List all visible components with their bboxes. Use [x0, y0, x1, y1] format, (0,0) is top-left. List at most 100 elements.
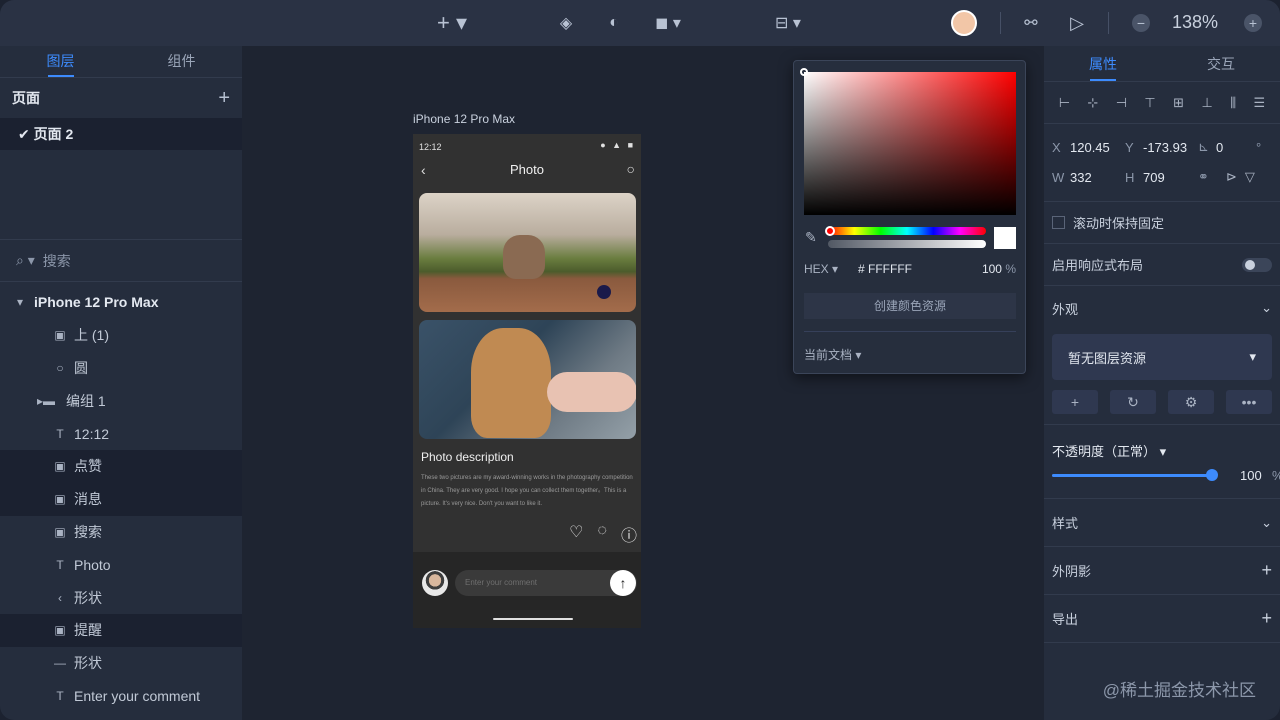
more-icon[interactable]: •••: [1226, 390, 1272, 414]
opacity-slider-handle[interactable]: [1206, 469, 1218, 481]
alert-icon[interactable]: ⓘ: [621, 522, 637, 546]
layer-item[interactable]: ▣ 消息: [0, 482, 242, 516]
create-color-button[interactable]: 创建颜色资源: [804, 293, 1016, 319]
saturation-value-area[interactable]: [800, 68, 1016, 215]
layer-item[interactable]: — 形状: [0, 647, 242, 680]
mask-icon[interactable]: ◐: [602, 8, 626, 38]
align-middle-icon[interactable]: ⊞: [1173, 95, 1184, 111]
search-icon[interactable]: ○: [627, 161, 635, 177]
tab-components[interactable]: 组件: [121, 46, 242, 77]
layer-label: Enter your comment: [74, 687, 201, 704]
hue-slider[interactable]: [825, 226, 986, 236]
right-panel: 属性 交互 ⊢ ⊹ ⊣ ⊤ ⊞ ⊥ ⫼ ☰ X 120.45 Y -173.93 ⊾…: [1044, 46, 1280, 720]
align-right-icon[interactable]: ⊣: [1116, 95, 1127, 111]
layer-search[interactable]: ⌕ ▾ 搜索: [0, 240, 242, 282]
artboard-label[interactable]: iPhone 12 Pro Max: [413, 112, 515, 126]
responsive-toggle[interactable]: [1242, 257, 1272, 272]
fixed-scroll-checkbox[interactable]: [1052, 216, 1065, 229]
distribute-vertical-icon[interactable]: ☰: [1254, 95, 1266, 111]
layer-item[interactable]: T Photo: [0, 548, 242, 581]
align-center-icon[interactable]: ⊹: [1087, 95, 1098, 111]
style-section[interactable]: 样式 ⌄: [1044, 499, 1280, 547]
layer-item[interactable]: ▣ 点赞: [0, 449, 242, 483]
hand-shape: [547, 372, 636, 412]
layer-item[interactable]: ▣ 上 (1): [0, 319, 242, 352]
eyedropper-icon[interactable]: ✎: [805, 229, 817, 246]
add-style-icon[interactable]: +: [1052, 390, 1098, 414]
canvas[interactable]: iPhone 12 Pro Max 12:12 ● ▲ ■ ‹ Photo ○ …: [242, 46, 1044, 720]
appearance-header[interactable]: 外观 ⌄: [1044, 286, 1280, 330]
heart-icon[interactable]: ♡: [569, 522, 583, 546]
phone-artboard[interactable]: 12:12 ● ▲ ■ ‹ Photo ○ Photo description …: [413, 134, 641, 628]
gingerbread-photo[interactable]: [419, 320, 636, 439]
tab-interaction[interactable]: 交互: [1162, 46, 1280, 81]
x-input[interactable]: 120.45: [1070, 140, 1125, 155]
chevron-down-icon[interactable]: ⌄: [1261, 515, 1272, 531]
export-section[interactable]: 导出 +: [1044, 595, 1280, 643]
rotation-input[interactable]: 0: [1216, 140, 1256, 155]
add-page-icon[interactable]: +: [218, 87, 230, 110]
scope-label: 当前文档: [804, 348, 853, 362]
page-item-current[interactable]: ✔ 页面 2: [0, 118, 242, 150]
opacity-value[interactable]: 100: [1240, 468, 1262, 483]
message-icon[interactable]: ◌: [597, 522, 607, 546]
alpha-slider[interactable]: [828, 240, 986, 248]
play-icon[interactable]: ▷: [1064, 8, 1090, 38]
zoom-level[interactable]: 138%: [1172, 12, 1218, 33]
sv-handle[interactable]: [800, 68, 808, 76]
layer-item[interactable]: ‹ 形状: [0, 581, 242, 614]
opacity-field[interactable]: 100 %: [982, 262, 1016, 276]
tab-layers[interactable]: 图层: [0, 46, 121, 77]
shadow-section[interactable]: 外阴影 +: [1044, 547, 1280, 595]
share-icon[interactable]: ⚯: [1018, 8, 1044, 38]
avatar[interactable]: [950, 8, 978, 38]
ellipse-layer-icon: ○: [56, 360, 64, 375]
add-export-icon[interactable]: +: [1261, 608, 1272, 629]
pages-header: 页面 +: [0, 78, 242, 118]
layer-item[interactable]: T 12:12: [0, 417, 242, 450]
send-button[interactable]: ↑: [610, 570, 636, 596]
flip-horizontal-icon[interactable]: ⊳: [1226, 169, 1237, 185]
zoom-out-icon[interactable]: −: [1130, 8, 1152, 38]
fixed-scroll-row[interactable]: 滚动时保持固定: [1044, 202, 1280, 244]
color-mode-select[interactable]: HEX: [804, 262, 829, 276]
opacity-input[interactable]: 100: [982, 262, 1002, 276]
refresh-icon[interactable]: ↻: [1110, 390, 1156, 414]
add-shadow-icon[interactable]: +: [1261, 560, 1272, 581]
document-scope-select[interactable]: 当前文档 ▾: [804, 346, 861, 363]
y-input[interactable]: -173.93: [1143, 140, 1198, 155]
align-bottom-icon[interactable]: ⊥: [1201, 95, 1212, 111]
tab-properties[interactable]: 属性: [1044, 46, 1162, 81]
layer-item[interactable]: ▣ 搜索: [0, 516, 242, 549]
status-icons: ● ▲ ■: [600, 140, 635, 150]
layer-item[interactable]: ▾ iPhone 12 Pro Max: [0, 286, 242, 319]
h-input[interactable]: 709: [1143, 170, 1198, 185]
boolean-icon[interactable]: ◼ ▾: [648, 8, 688, 38]
layer-list: ▾ iPhone 12 Pro Max ▣ 上 (1) ○ 圆 ▸▬ 编组 1 T 12:12 ▣ 点…: [0, 282, 242, 712]
layer-item[interactable]: ○ 圆: [0, 352, 242, 385]
detach-icon[interactable]: ⚙: [1168, 390, 1214, 414]
kitten-photo[interactable]: [419, 193, 636, 312]
hex-input[interactable]: # FFFFFF: [858, 262, 912, 276]
hue-handle[interactable]: [825, 226, 835, 236]
appearance-label: 外观: [1052, 301, 1079, 317]
chevron-down-icon[interactable]: ▾: [829, 262, 838, 276]
flip-vertical-icon[interactable]: ▽: [1245, 169, 1255, 185]
layer-item[interactable]: ▸▬ 编组 1: [0, 384, 242, 417]
layer-label: 编组 1: [66, 392, 106, 409]
lock-ratio-icon[interactable]: ⚭: [1198, 169, 1216, 185]
component-icon[interactable]: ◈: [554, 8, 578, 38]
chevron-down-icon[interactable]: ⌄: [1261, 300, 1272, 316]
style-resource-select[interactable]: 暂无图层资源 ▾: [1052, 334, 1272, 380]
app-window: + ▾ ◈ ◐ ◼ ▾ ⊟ ▾ ⚯ ▷ − 138% + 图层 组件 页面 + …: [0, 0, 1280, 720]
add-icon[interactable]: + ▾: [432, 8, 472, 38]
distribute-horizontal-icon[interactable]: ⫼: [1230, 95, 1236, 111]
opacity-mode-select[interactable]: 不透明度（正常） ▾: [1052, 441, 1166, 460]
align-left-icon[interactable]: ⊢: [1059, 95, 1070, 111]
zoom-in-icon[interactable]: +: [1242, 8, 1264, 38]
layer-item[interactable]: ▣ 提醒: [0, 613, 242, 647]
align-menu-icon[interactable]: ⊟ ▾: [768, 8, 808, 38]
align-top-icon[interactable]: ⊤: [1144, 95, 1155, 111]
w-input[interactable]: 332: [1070, 170, 1125, 185]
layer-item[interactable]: T Enter your comment: [0, 680, 242, 713]
